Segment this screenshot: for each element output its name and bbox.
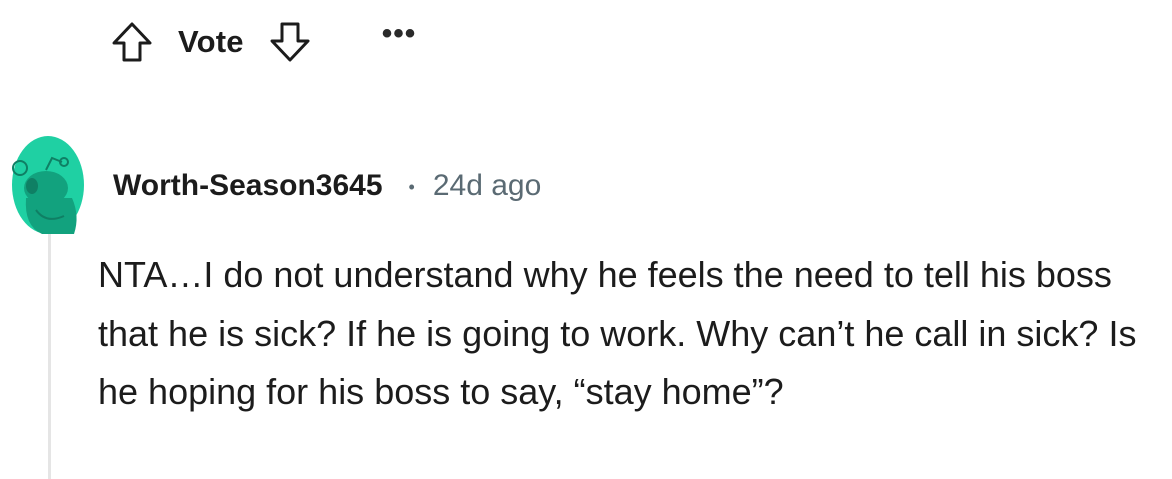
vote-label: Vote bbox=[178, 24, 244, 59]
arrow-down-icon bbox=[270, 22, 310, 62]
comment-meta: Worth-Season3645 • 24d ago bbox=[113, 166, 541, 206]
upvote-button[interactable] bbox=[110, 20, 154, 64]
vote-bar: Vote ••• bbox=[110, 17, 417, 66]
username-link[interactable]: Worth-Season3645 bbox=[113, 169, 383, 203]
comment-body: NTA…I do not understand why he feels the… bbox=[98, 254, 1137, 412]
arrow-up-icon bbox=[112, 22, 152, 62]
meta-separator: • bbox=[408, 176, 415, 197]
reddit-snoo-avatar-icon bbox=[12, 136, 84, 234]
downvote-button[interactable] bbox=[268, 20, 312, 64]
comment-timestamp: 24d ago bbox=[432, 169, 542, 202]
avatar[interactable] bbox=[12, 136, 84, 234]
thread-line[interactable] bbox=[48, 230, 51, 479]
more-options-button[interactable]: ••• bbox=[382, 17, 417, 51]
